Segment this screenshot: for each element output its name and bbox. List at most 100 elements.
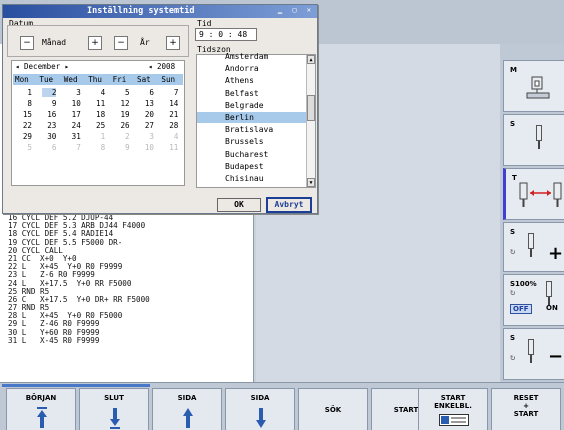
softkey-begin[interactable]: BÖRJAN — [6, 388, 76, 430]
softkey-page-down[interactable]: SIDA — [225, 388, 295, 430]
timezone-list[interactable]: Chisinau Budapest Bucharest Brussels Bratisl… — [196, 51, 316, 188]
calendar-day-other-month[interactable]: 3 — [140, 132, 154, 141]
timezone-item[interactable]: Amsterdam — [197, 51, 307, 62]
softkey-spindle-minus[interactable]: S ↻ − — [503, 328, 564, 380]
calendar-day[interactable]: 20 — [140, 110, 154, 119]
time-field[interactable]: 9 : 0 : 48 — [195, 28, 257, 41]
calendar-day[interactable]: 22 — [18, 121, 32, 130]
calendar-day-other-month[interactable]: 7 — [67, 143, 81, 152]
program-lines: 16 CYCL DEF 5.2 DJUP-44 17 CYCL DEF 5.3 A… — [8, 213, 150, 345]
scroll-thumb[interactable] — [307, 95, 315, 121]
weekday-label: Tue — [39, 75, 54, 84]
window-controls-icon[interactable]: ▁ ▢ ✕ — [278, 6, 314, 14]
calendar-day[interactable]: 7 — [164, 88, 179, 97]
calendar-day[interactable]: 14 — [164, 99, 178, 108]
timezone-item[interactable]: Budapest — [197, 161, 307, 172]
minus-icon: − — [548, 346, 564, 367]
softkey-search[interactable]: SÖK — [298, 388, 368, 430]
calendar-day[interactable]: 21 — [164, 110, 178, 119]
calendar-day[interactable]: 18 — [91, 110, 105, 119]
timezone-item[interactable]: Brussels — [197, 136, 307, 147]
calendar-day[interactable]: 19 — [116, 110, 129, 119]
weekday-label: Sun — [161, 75, 176, 84]
softkey-t-label: T — [512, 174, 517, 182]
calendar-day-other-month[interactable]: 2 — [116, 132, 130, 141]
calendar-day-other-month[interactable]: 8 — [91, 143, 106, 152]
softkey-reset-start[interactable]: RESET + START — [491, 388, 561, 430]
month-label: Månad — [42, 38, 67, 47]
calendar-day-other-month[interactable]: 6 — [42, 143, 57, 152]
calendar-day[interactable]: 3 — [67, 88, 81, 97]
softkey-spindle-override[interactable]: S100% ↻ OFF ON — [503, 274, 564, 326]
dialog-titlebar[interactable]: Inställning systemtid ▁ ▢ ✕ — [3, 5, 317, 18]
timezone-item[interactable]: Bucharest — [197, 149, 307, 160]
year-label: År — [140, 38, 150, 47]
month-decrement-button[interactable]: − — [20, 36, 34, 50]
tool-icon — [526, 339, 536, 365]
scroll-down-icon[interactable]: ▼ — [307, 178, 315, 187]
calendar-day[interactable]: 25 — [91, 121, 105, 130]
softkey-reset-line1: RESET — [513, 394, 539, 402]
machine-table-icon — [526, 76, 550, 99]
calendar-day[interactable]: 17 — [67, 110, 81, 119]
softkey-m-function[interactable]: M — [503, 60, 564, 112]
calendar-day[interactable]: 31 — [67, 132, 81, 141]
system-time-dialog: Inställning systemtid ▁ ▢ ✕ Datum − Måna… — [2, 4, 318, 214]
program-line[interactable]: 31 L X-45 R0 F9999 — [8, 336, 150, 345]
calendar-day[interactable]: 2 — [42, 88, 57, 97]
calendar-day-other-month[interactable]: 11 — [164, 143, 178, 152]
timezone-item[interactable]: Chisinau — [197, 173, 307, 184]
calendar-day[interactable]: 6 — [140, 88, 154, 97]
cancel-button[interactable]: Avbryt — [266, 197, 312, 213]
timezone-scrollbar[interactable]: ▲ ▼ — [306, 55, 315, 187]
calendar-day[interactable]: 4 — [91, 88, 106, 97]
calendar-day[interactable]: 29 — [18, 132, 32, 141]
weekday-label: Fri — [112, 75, 127, 84]
ok-button[interactable]: OK — [217, 198, 261, 212]
weekday-label: Mon — [15, 75, 29, 84]
calendar-day[interactable]: 11 — [91, 99, 105, 108]
softkey-s-minus-label: S — [510, 334, 516, 342]
calendar-day[interactable]: 8 — [18, 99, 32, 108]
timezone-item[interactable]: Belfast — [197, 88, 307, 99]
softkey-tool-t[interactable]: T — [503, 168, 564, 220]
softkey-start-single-block[interactable]: START ENKELBL. — [418, 388, 488, 430]
timezone-item[interactable]: Berlin — [197, 112, 307, 123]
calendar-day[interactable]: 9 — [42, 99, 57, 108]
calendar-day-other-month[interactable]: 5 — [18, 143, 32, 152]
calendar-day[interactable]: 5 — [116, 88, 130, 97]
calendar-day-other-month[interactable]: 10 — [140, 143, 154, 152]
calendar-day-other-month[interactable]: 4 — [164, 132, 179, 141]
timezone-item[interactable]: Belgrade — [197, 100, 307, 111]
calendar-day[interactable]: 30 — [42, 132, 56, 141]
month-nav[interactable]: ◂ December ▸ — [15, 62, 69, 71]
single-block-icon — [439, 414, 469, 426]
rotate-icon: ↻ — [510, 288, 516, 298]
tool-icon — [534, 125, 544, 151]
calendar-day[interactable]: 12 — [116, 99, 129, 108]
year-decrement-button[interactable]: − — [114, 36, 128, 50]
calendar-day[interactable]: 10 — [67, 99, 81, 108]
calendar-day[interactable]: 27 — [140, 121, 154, 130]
calendar-day[interactable]: 15 — [18, 110, 32, 119]
softkey-end[interactable]: SLUT — [79, 388, 149, 430]
calendar-day[interactable]: 28 — [164, 121, 178, 130]
calendar-day-other-month[interactable]: 1 — [91, 132, 106, 141]
calendar-day[interactable]: 26 — [116, 121, 129, 130]
scroll-up-icon[interactable]: ▲ — [307, 55, 315, 64]
timezone-item[interactable]: Bratislava — [197, 124, 307, 135]
timezone-item[interactable]: Athens — [197, 75, 307, 86]
month-increment-button[interactable]: + — [88, 36, 102, 50]
calendar-day[interactable]: 23 — [42, 121, 56, 130]
calendar-day[interactable]: 1 — [18, 88, 32, 97]
softkey-spindle-s[interactable]: S — [503, 114, 564, 166]
calendar-day-other-month[interactable]: 9 — [116, 143, 130, 152]
calendar-day[interactable]: 13 — [140, 99, 154, 108]
calendar-day[interactable]: 16 — [42, 110, 56, 119]
timezone-item[interactable]: Andorra — [197, 63, 307, 74]
softkey-reset-line2: + — [523, 402, 529, 410]
softkey-spindle-plus[interactable]: S ↻ + — [503, 222, 564, 272]
year-increment-button[interactable]: + — [166, 36, 180, 50]
calendar-day[interactable]: 24 — [67, 121, 81, 130]
softkey-page-up[interactable]: SIDA — [152, 388, 222, 430]
